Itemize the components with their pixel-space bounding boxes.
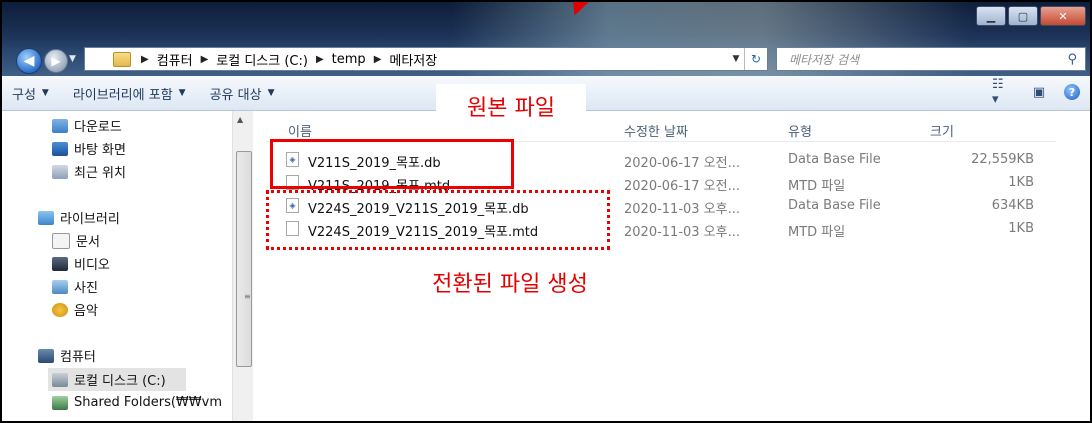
breadcrumb-separator-icon[interactable]: ▶ — [137, 54, 153, 65]
close-button[interactable]: ✕ — [1040, 6, 1086, 26]
folder-icon — [113, 51, 131, 67]
original-file-annotation: 원본 파일 — [436, 84, 586, 128]
nav-item-label: 로컬 디스크 (C:) — [74, 374, 166, 389]
share-with-label: 공유 대상 — [209, 87, 262, 103]
nav-item-videos[interactable]: 비디오 — [52, 254, 110, 273]
converted-file-annotation: 전환된 파일 생성 — [349, 256, 671, 308]
download-folder-icon — [52, 118, 68, 133]
file-size: 634KB — [991, 198, 1034, 213]
nav-item-label: 라이브러리 — [60, 212, 120, 227]
forward-arrow-icon: ▶ — [51, 54, 61, 68]
window-controls: ▁ ▢ ✕ — [976, 6, 1086, 26]
file-size: 1KB — [1008, 175, 1034, 190]
scroll-up-icon[interactable]: ▲ — [237, 115, 243, 124]
file-modified: 2020-11-03 오후... — [624, 225, 740, 240]
column-header-type[interactable]: 유형 — [788, 121, 812, 140]
nav-item-label: 문서 — [76, 235, 100, 250]
file-type: Data Base File — [788, 198, 881, 213]
nav-item-music[interactable]: 음악 — [52, 300, 98, 319]
navigation-scrollbar[interactable]: ▲ ≡ — [232, 111, 253, 421]
library-icon — [38, 210, 54, 225]
search-icon[interactable]: ⚲ — [1067, 52, 1077, 67]
local-disk-icon — [52, 372, 68, 387]
search-placeholder: 메타저장 검색 — [789, 52, 860, 67]
preview-pane-icon: ▣ — [1032, 84, 1046, 100]
file-type: Data Base File — [788, 152, 881, 167]
breadcrumb-separator-icon[interactable]: ▶ — [370, 54, 386, 65]
navigation-pane: 다운로드 바탕 화면 최근 위치 라이브러리 문서 비디오 사진 음악 컴퓨터 … — [2, 111, 260, 421]
converted-file-highlight-box — [266, 190, 610, 250]
history-dropdown-icon[interactable]: ▼ — [69, 54, 76, 64]
network-drive-icon — [52, 395, 68, 410]
nav-item-recent-places[interactable]: 최근 위치 — [52, 162, 126, 181]
column-header-name[interactable]: 이름 — [288, 121, 312, 140]
preview-pane-button[interactable]: ▣ — [1028, 82, 1050, 102]
nav-item-label: 다운로드 — [74, 120, 122, 135]
nav-item-local-disk[interactable]: 로컬 디스크 (C:) — [48, 368, 186, 391]
file-modified: 2020-11-03 오후... — [624, 202, 740, 217]
refresh-icon[interactable]: ↻ — [744, 48, 767, 70]
file-type: MTD 파일 — [788, 225, 846, 240]
help-icon[interactable]: ? — [1064, 84, 1080, 100]
search-box[interactable]: 메타저장 검색 ⚲ — [776, 47, 1086, 71]
desktop-icon — [52, 141, 68, 156]
file-type: MTD 파일 — [788, 179, 846, 194]
file-size: 1KB — [1008, 221, 1034, 236]
minimize-button[interactable]: ▁ — [976, 6, 1006, 26]
nav-item-label: Shared Folders(₩₩vm — [74, 395, 222, 410]
breadcrumb-separator-icon[interactable]: ▶ — [197, 54, 213, 65]
organize-menu-button[interactable]: 구성 ▼ — [12, 84, 49, 103]
breadcrumb-meta-folder[interactable]: 메타저장 — [385, 50, 441, 69]
column-header-size[interactable]: 크기 — [930, 121, 954, 140]
include-in-library-label: 라이브러리에 포함 — [72, 87, 173, 103]
breadcrumb-local-disk[interactable]: 로컬 디스크 (C:) — [212, 50, 312, 69]
nav-item-pictures[interactable]: 사진 — [52, 277, 98, 296]
breadcrumb-separator-icon[interactable]: ▶ — [312, 54, 328, 65]
pictures-icon — [52, 279, 68, 294]
documents-icon — [52, 232, 70, 249]
recent-places-icon — [52, 164, 68, 179]
title-bar: ▁ ▢ ✕ ◀ ▶ ▼ ▶ 컴퓨터 ▶ 로컬 디스크 (C:) ▶ temp ▶… — [2, 2, 1090, 76]
nav-item-downloads[interactable]: 다운로드 — [52, 116, 122, 135]
breadcrumb-temp[interactable]: temp — [328, 52, 370, 67]
nav-item-libraries[interactable]: 라이브러리 — [38, 208, 120, 227]
nav-item-label: 음악 — [74, 304, 98, 319]
view-list-icon: ☷ ▾ — [992, 77, 1004, 107]
nav-item-computer[interactable]: 컴퓨터 — [38, 346, 96, 365]
file-modified: 2020-06-17 오전... — [624, 179, 740, 194]
computer-icon — [38, 348, 54, 363]
explorer-window: ▁ ▢ ✕ ◀ ▶ ▼ ▶ 컴퓨터 ▶ 로컬 디스크 (C:) ▶ temp ▶… — [0, 0, 1092, 423]
organize-label: 구성 — [12, 87, 36, 103]
nav-item-label: 최근 위치 — [74, 166, 126, 181]
nav-item-label: 컴퓨터 — [60, 350, 96, 365]
nav-item-label: 사진 — [74, 281, 98, 296]
toolbar-right: ☷ ▾ ▣ ? — [992, 77, 1080, 107]
scrollbar-thumb[interactable]: ≡ — [236, 151, 252, 367]
back-arrow-icon: ◀ — [23, 53, 35, 69]
nav-item-desktop[interactable]: 바탕 화면 — [52, 139, 126, 158]
file-modified: 2020-06-17 오전... — [624, 156, 740, 171]
back-button[interactable]: ◀ — [16, 48, 42, 74]
view-options-button[interactable]: ☷ ▾ — [992, 77, 1014, 107]
include-in-library-button[interactable]: 라이브러리에 포함 ▼ — [73, 84, 186, 103]
nav-item-label: 비디오 — [74, 258, 110, 273]
maximize-button[interactable]: ▢ — [1008, 6, 1038, 26]
nav-item-label: 바탕 화면 — [74, 143, 126, 158]
scroll-grip-icon: ≡ — [244, 292, 251, 301]
share-with-button[interactable]: 공유 대상 ▼ — [210, 84, 275, 103]
chevron-down-icon: ▼ — [41, 88, 49, 98]
forward-button[interactable]: ▶ — [44, 49, 68, 73]
address-bar[interactable]: ▶ 컴퓨터 ▶ 로컬 디스크 (C:) ▶ temp ▶ 메타저장 ▼ ↻ — [84, 47, 768, 71]
original-file-highlight-box — [270, 139, 514, 189]
file-size: 22,559KB — [971, 152, 1034, 167]
breadcrumb-computer[interactable]: 컴퓨터 — [153, 50, 197, 69]
video-icon — [52, 256, 68, 271]
column-header-modified[interactable]: 수정한 날짜 — [624, 121, 688, 140]
address-dropdown-icon[interactable]: ▼ — [728, 54, 744, 64]
music-icon — [52, 302, 68, 317]
nav-item-shared-folders[interactable]: Shared Folders(₩₩vm — [52, 395, 222, 410]
chevron-down-icon: ▼ — [178, 88, 186, 98]
chevron-down-icon: ▼ — [267, 88, 275, 98]
nav-item-documents[interactable]: 문서 — [52, 231, 100, 250]
